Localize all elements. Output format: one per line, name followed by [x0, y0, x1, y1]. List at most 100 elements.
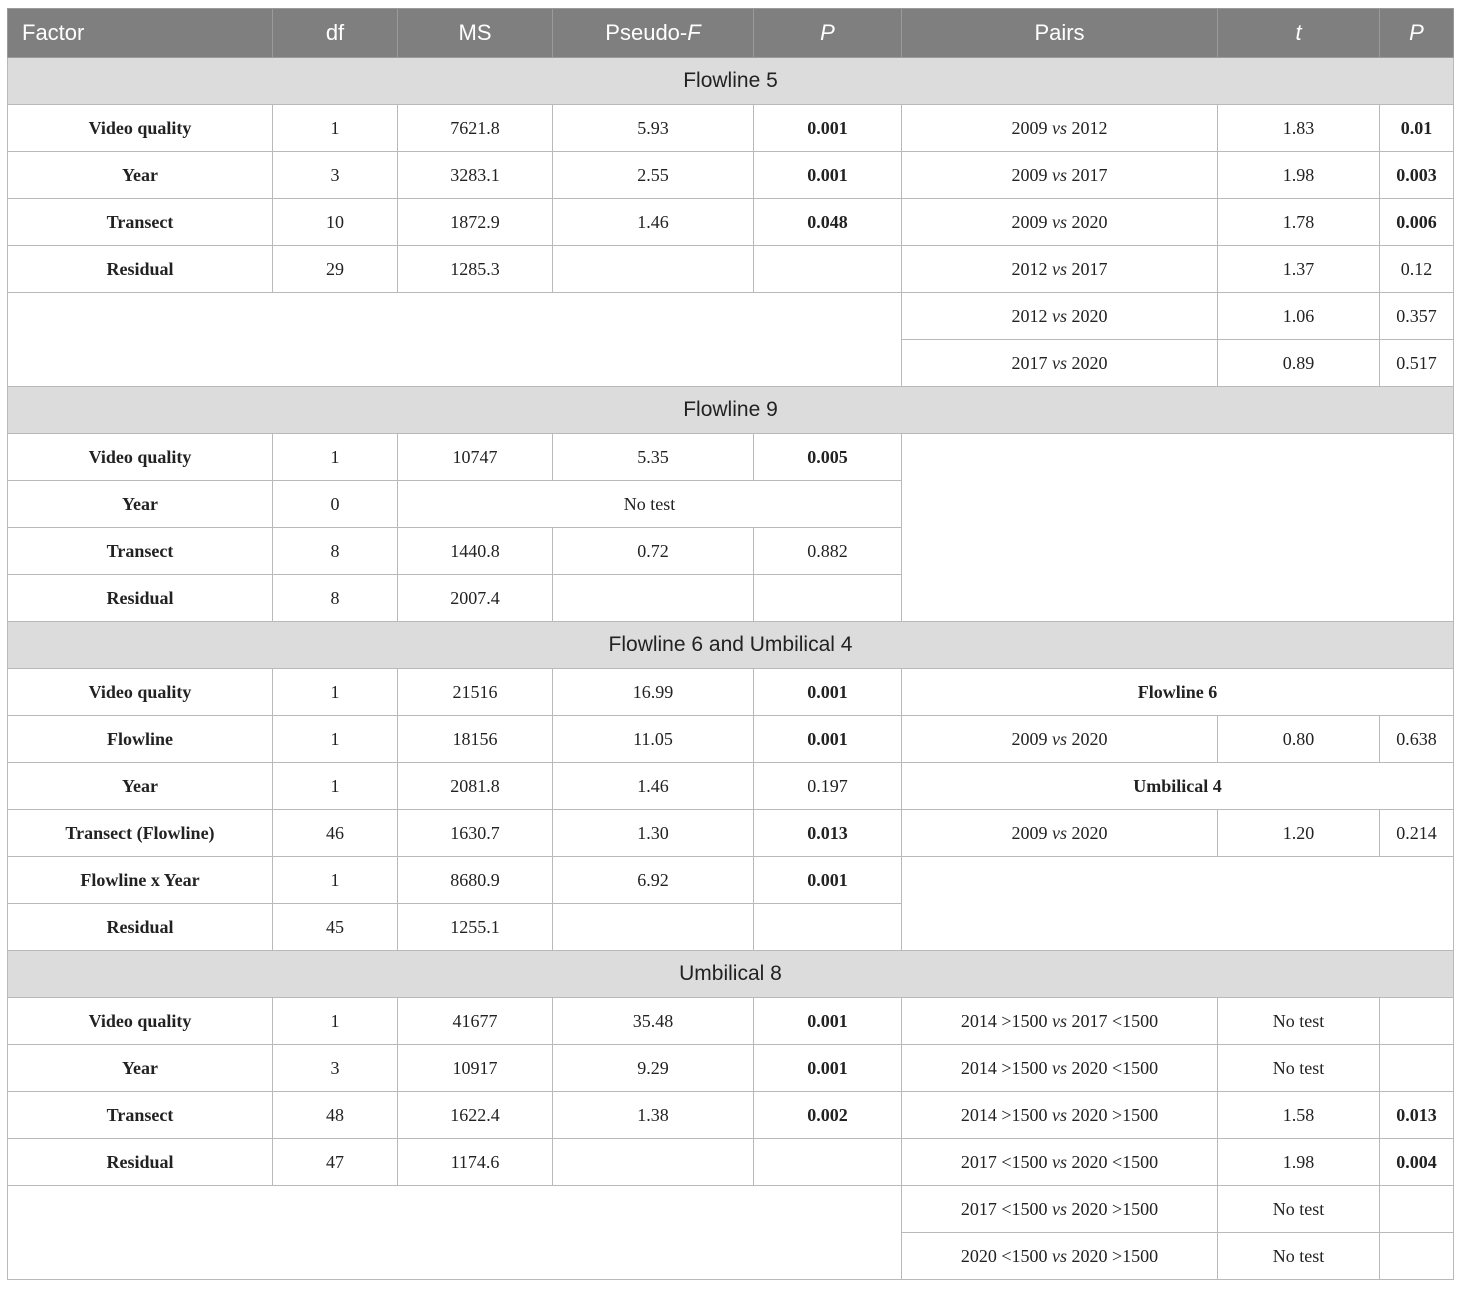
section-row: Umbilical 8 — [7, 950, 1454, 998]
factor-cell: Video quality — [7, 997, 273, 1045]
header-t-label: t — [1295, 20, 1302, 45]
pair-a: 2009 — [1011, 728, 1048, 749]
df-cell: 1 — [272, 715, 398, 763]
table-row: Year 3 10917 9.29 0.001 2014 >1500 vs 20… — [7, 1044, 1454, 1092]
header-pseudo-f-italic: F — [687, 20, 701, 45]
pair-a: 2014 >1500 — [960, 1057, 1048, 1078]
pair-a: 2009 — [1011, 164, 1048, 185]
ms-cell: 21516 — [397, 668, 553, 716]
t-cell: No test — [1217, 997, 1380, 1045]
df-cell: 45 — [272, 903, 398, 951]
df-cell: 8 — [272, 527, 398, 575]
table-row: Year 1 2081.8 1.46 0.197 Umbilical 4 — [7, 762, 1454, 810]
pair-a: 2009 — [1011, 211, 1048, 232]
t-cell: 1.06 — [1217, 292, 1380, 340]
factor-cell: Transect — [7, 198, 273, 246]
section-title: Flowline 6 and Umbilical 4 — [7, 621, 1454, 669]
pair-vs: vs — [1052, 822, 1067, 843]
pair-cell: 2014 >1500 vs 2020 >1500 — [901, 1091, 1218, 1139]
pseudo-f-cell: 5.35 — [552, 433, 754, 481]
header-pseudo-f: Pseudo-F — [552, 8, 754, 58]
section-row: Flowline 9 — [7, 386, 1454, 434]
pseudo-f-cell: 9.29 — [552, 1044, 754, 1092]
pair-a: 2017 — [1011, 352, 1048, 373]
pair-cell: 2017 vs 2020 — [901, 339, 1218, 387]
header-pseudo-f-prefix: Pseudo- — [605, 20, 688, 45]
pair-vs: vs — [1052, 1104, 1067, 1125]
ms-cell: 18156 — [397, 715, 553, 763]
pair-cell: 2020 <1500 vs 2020 >1500 — [901, 1232, 1218, 1280]
factor-cell: Transect — [7, 1091, 273, 1139]
pair-b: 2020 — [1071, 305, 1108, 326]
header-p-label: P — [820, 20, 835, 45]
no-test-cell: No test — [397, 480, 902, 528]
table-row: Transect 10 1872.9 1.46 0.048 2009 vs 20… — [7, 198, 1454, 246]
ms-cell: 1622.4 — [397, 1091, 553, 1139]
t-cell: 1.98 — [1217, 151, 1380, 199]
pair-vs: vs — [1052, 1198, 1067, 1219]
t-cell: 1.58 — [1217, 1091, 1380, 1139]
pair-cell: 2009 vs 2020 — [901, 715, 1218, 763]
table-row: Video quality 1 21516 16.99 0.001 Flowli… — [7, 668, 1454, 716]
df-cell: 3 — [272, 151, 398, 199]
df-cell: 48 — [272, 1091, 398, 1139]
pair-b: 2020 >1500 — [1071, 1198, 1159, 1219]
pair-b: 2017 — [1071, 164, 1108, 185]
header-pairs: Pairs — [901, 8, 1218, 58]
pair-a: 2012 — [1011, 305, 1048, 326]
factor-cell: Video quality — [7, 104, 273, 152]
pair-vs: vs — [1052, 258, 1067, 279]
pair-b: 2012 — [1071, 117, 1108, 138]
df-cell: 3 — [272, 1044, 398, 1092]
pair-vs: vs — [1052, 1010, 1067, 1031]
table-row: Flowline 1 18156 11.05 0.001 2009 vs 202… — [7, 715, 1454, 763]
pseudo-f-cell: 5.93 — [552, 104, 754, 152]
pair-p-cell: 0.013 — [1379, 1091, 1454, 1139]
pair-b: 2020 <1500 — [1071, 1057, 1159, 1078]
table-row: 2012 vs 2020 1.06 0.357 — [7, 292, 1454, 387]
pair-p-cell — [1379, 997, 1454, 1045]
p-cell: 0.001 — [753, 856, 902, 904]
df-cell: 47 — [272, 1138, 398, 1186]
p-cell: 0.001 — [753, 668, 902, 716]
t-cell: 1.78 — [1217, 198, 1380, 246]
df-cell: 8 — [272, 574, 398, 622]
p-cell: 0.002 — [753, 1091, 902, 1139]
factor-cell: Year — [7, 480, 273, 528]
ms-cell: 7621.8 — [397, 104, 553, 152]
header-row: Factor df MS Pseudo-F P Pairs t P — [7, 8, 1454, 58]
p-cell: 0.001 — [753, 1044, 902, 1092]
table-row: Flowline x Year 1 8680.9 6.92 0.001 — [7, 856, 1454, 951]
pair-b: 2020 — [1071, 352, 1108, 373]
empty-cell — [901, 856, 1454, 951]
pseudo-f-cell: 1.38 — [552, 1091, 754, 1139]
pseudo-f-cell: 35.48 — [552, 997, 754, 1045]
pair-b: 2017 <1500 — [1071, 1010, 1159, 1031]
pair-vs: vs — [1052, 728, 1067, 749]
pair-p-cell — [1379, 1185, 1454, 1233]
factor-cell: Residual — [7, 574, 273, 622]
t-cell: No test — [1217, 1232, 1380, 1280]
pair-a: 2014 >1500 — [960, 1104, 1048, 1125]
ms-cell: 10747 — [397, 433, 553, 481]
factor-cell: Residual — [7, 903, 273, 951]
pair-p-cell — [1379, 1232, 1454, 1280]
p-cell: 0.001 — [753, 151, 902, 199]
header-p2: P — [1379, 8, 1454, 58]
ms-cell: 1440.8 — [397, 527, 553, 575]
p-cell: 0.001 — [753, 997, 902, 1045]
p-cell: 0.005 — [753, 433, 902, 481]
p-cell: 0.001 — [753, 715, 902, 763]
p-cell: 0.048 — [753, 198, 902, 246]
table-row: Video quality 1 7621.8 5.93 0.001 2009 v… — [7, 104, 1454, 152]
factor-cell: Video quality — [7, 668, 273, 716]
pair-p-cell: 0.638 — [1379, 715, 1454, 763]
ms-cell: 41677 — [397, 997, 553, 1045]
df-cell: 1 — [272, 668, 398, 716]
pair-cell: 2012 vs 2020 — [901, 292, 1218, 340]
pair-p-cell: 0.517 — [1379, 339, 1454, 387]
pseudo-f-cell — [552, 903, 754, 951]
header-df: df — [272, 8, 398, 58]
factor-cell: Residual — [7, 245, 273, 293]
pair-b: 2020 — [1071, 728, 1108, 749]
